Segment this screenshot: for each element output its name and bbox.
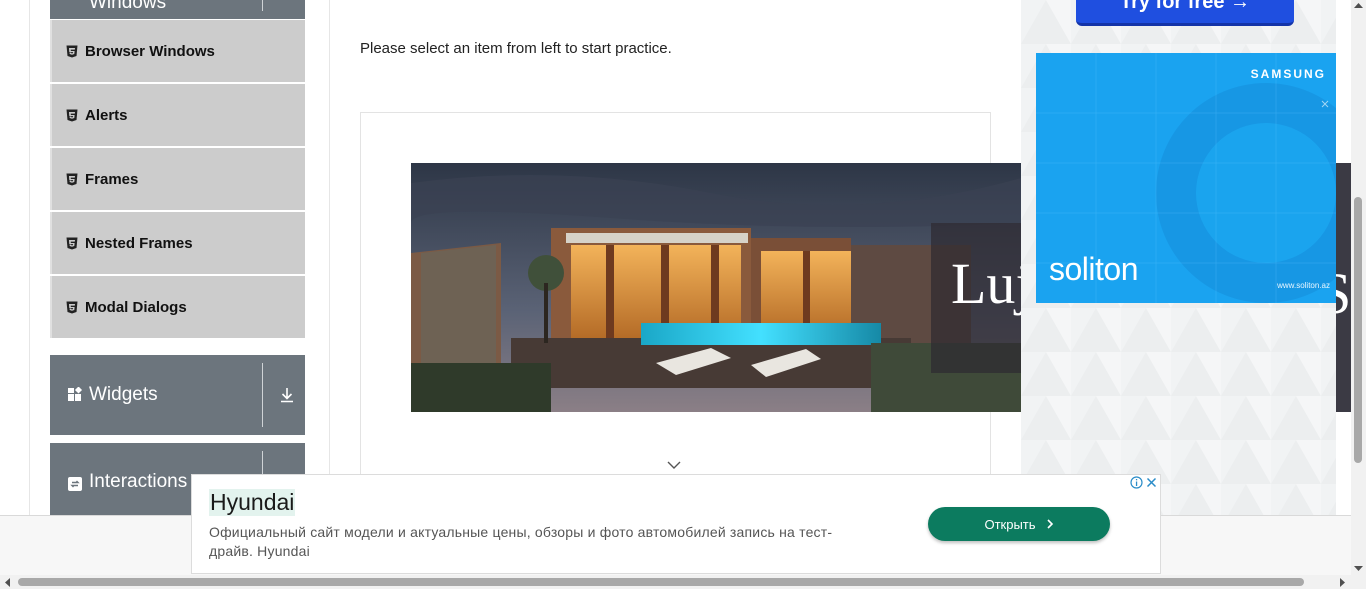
hotel-banner-image: Lujo bbox=[411, 163, 1021, 412]
scroll-up-arrow-icon[interactable] bbox=[1354, 2, 1363, 8]
group-header-widgets[interactable]: Widgets bbox=[50, 355, 305, 435]
menu-item-label: Browser Windows bbox=[85, 42, 215, 60]
html5-icon bbox=[66, 109, 78, 121]
menu-item-nested-frames[interactable]: Nested Frames bbox=[50, 212, 305, 274]
sidebar-menu-list: Browser Windows Alerts Frames Nested Fra… bbox=[50, 20, 305, 340]
soliton-logo-text: soliton bbox=[1049, 251, 1139, 287]
ad-description: Официальный сайт модели и актуальные цен… bbox=[209, 524, 833, 559]
menu-item-label: Nested Frames bbox=[85, 234, 193, 252]
ad-title[interactable]: Hyundai bbox=[209, 489, 296, 516]
html5-icon bbox=[66, 45, 78, 57]
widgets-icon bbox=[67, 387, 83, 403]
left-container-border bbox=[29, 0, 30, 515]
practice-instruction-text: Please select an item from left to start… bbox=[360, 40, 672, 57]
group-label: Windows bbox=[89, 0, 167, 13]
open-ad-label: Открыть bbox=[984, 516, 1036, 532]
menu-item-alerts[interactable]: Alerts bbox=[50, 84, 305, 146]
open-ad-button[interactable]: Открыть bbox=[928, 507, 1110, 541]
vertical-scrollbar-thumb[interactable] bbox=[1354, 197, 1362, 463]
menu-item-browser-windows[interactable]: Browser Windows bbox=[50, 20, 305, 82]
page: Windows Browser Windows Alerts Frames Ne… bbox=[0, 0, 1366, 589]
menu-item-label: Alerts bbox=[85, 106, 128, 124]
hyundai-bottom-ad[interactable]: Hyundai Официальный сайт модели и актуал… bbox=[191, 474, 1161, 574]
ad-close-icon[interactable] bbox=[1144, 475, 1158, 489]
menu-item-frames[interactable]: Frames bbox=[50, 148, 305, 210]
expand-download-icon[interactable] bbox=[278, 386, 296, 404]
scroll-down-arrow-icon[interactable] bbox=[1354, 566, 1363, 572]
html5-icon bbox=[66, 237, 78, 249]
chevron-right-icon bbox=[1046, 519, 1053, 529]
scroll-right-arrow-icon[interactable] bbox=[1340, 578, 1346, 587]
ad-expand-icon[interactable] bbox=[1320, 99, 1330, 109]
hotel-banner-ad[interactable]: Lujo bbox=[411, 163, 1021, 412]
menu-item-label: Frames bbox=[85, 170, 139, 188]
horizontal-scrollbar-thumb[interactable] bbox=[18, 578, 1304, 586]
group-separator bbox=[262, 363, 263, 427]
adchoices-info-icon[interactable] bbox=[1129, 475, 1143, 489]
group-label: Interactions bbox=[89, 471, 188, 492]
html5-icon bbox=[66, 301, 78, 313]
sidebar-divider bbox=[329, 0, 330, 515]
group-header-alerts-frame-windows[interactable]: Windows bbox=[50, 0, 305, 19]
group-separator bbox=[262, 0, 263, 11]
soliton-url-text: www.soliton.az bbox=[1277, 281, 1330, 290]
menu-item-label: Modal Dialogs bbox=[85, 298, 187, 316]
menu-item-modal-dialogs[interactable]: Modal Dialogs bbox=[50, 276, 305, 338]
interactions-icon bbox=[67, 476, 83, 492]
samsung-logo-text: SAMSUNG bbox=[1250, 67, 1326, 81]
banner-brand-text: Lujo bbox=[951, 251, 1021, 316]
chevron-down-icon[interactable] bbox=[667, 460, 681, 470]
adchoices-controls[interactable] bbox=[1129, 475, 1159, 490]
html5-icon bbox=[66, 173, 78, 185]
samsung-soliton-ad[interactable]: SAMSUNG soliton www.soliton.az bbox=[1036, 53, 1336, 303]
group-label: Widgets bbox=[89, 384, 158, 405]
try-for-free-button[interactable]: Try for free → bbox=[1076, 0, 1294, 26]
scroll-left-arrow-icon[interactable] bbox=[4, 578, 10, 587]
